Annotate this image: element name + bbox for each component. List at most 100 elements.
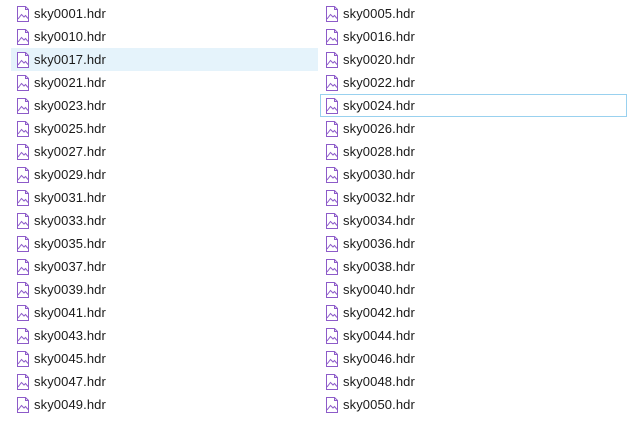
file-name: sky0050.hdr (343, 397, 415, 412)
image-file-icon (326, 304, 338, 321)
file-name: sky0021.hdr (34, 75, 106, 90)
file-item[interactable]: sky0044.hdr (320, 324, 627, 347)
image-file-icon (17, 5, 29, 22)
file-item[interactable]: sky0026.hdr (320, 117, 627, 140)
file-name: sky0020.hdr (343, 52, 415, 67)
file-name: sky0039.hdr (34, 282, 106, 297)
file-item[interactable]: sky0021.hdr (11, 71, 318, 94)
file-name: sky0010.hdr (34, 29, 106, 44)
file-item[interactable]: sky0048.hdr (320, 370, 627, 393)
file-item[interactable]: sky0025.hdr (11, 117, 318, 140)
image-file-icon (326, 258, 338, 275)
file-name: sky0031.hdr (34, 190, 106, 205)
image-file-icon (326, 166, 338, 183)
file-item[interactable]: sky0005.hdr (320, 2, 627, 25)
image-file-icon (17, 373, 29, 390)
image-file-icon (326, 5, 338, 22)
image-file-icon (17, 51, 29, 68)
image-file-icon (326, 143, 338, 160)
image-file-icon (326, 235, 338, 252)
file-column-right: sky0005.hdr sky0016.hdr sky0020.hdr sky0… (320, 2, 627, 416)
file-name: sky0005.hdr (343, 6, 415, 21)
file-item[interactable]: sky0038.hdr (320, 255, 627, 278)
file-name: sky0046.hdr (343, 351, 415, 366)
file-name: sky0037.hdr (34, 259, 106, 274)
file-name: sky0030.hdr (343, 167, 415, 182)
file-item[interactable]: sky0046.hdr (320, 347, 627, 370)
file-name: sky0049.hdr (34, 397, 106, 412)
file-item[interactable]: sky0037.hdr (11, 255, 318, 278)
file-item[interactable]: sky0033.hdr (11, 209, 318, 232)
file-column-left: sky0001.hdr sky0010.hdr sky0017.hdr sky0… (11, 2, 318, 416)
file-item[interactable]: sky0029.hdr (11, 163, 318, 186)
file-item[interactable]: sky0049.hdr (11, 393, 318, 416)
file-name: sky0016.hdr (343, 29, 415, 44)
file-item[interactable]: sky0016.hdr (320, 25, 627, 48)
image-file-icon (17, 97, 29, 114)
file-item[interactable]: sky0036.hdr (320, 232, 627, 255)
image-file-icon (326, 97, 338, 114)
image-file-icon (326, 396, 338, 413)
file-item[interactable]: sky0032.hdr (320, 186, 627, 209)
image-file-icon (17, 120, 29, 137)
file-name: sky0048.hdr (343, 374, 415, 389)
file-name: sky0036.hdr (343, 236, 415, 251)
file-item[interactable]: sky0041.hdr (11, 301, 318, 324)
file-item[interactable]: sky0040.hdr (320, 278, 627, 301)
file-item[interactable]: sky0031.hdr (11, 186, 318, 209)
file-name: sky0001.hdr (34, 6, 106, 21)
file-name: sky0045.hdr (34, 351, 106, 366)
image-file-icon (326, 212, 338, 229)
file-name: sky0034.hdr (343, 213, 415, 228)
file-item[interactable]: sky0050.hdr (320, 393, 627, 416)
file-item[interactable]: sky0023.hdr (11, 94, 318, 117)
image-file-icon (17, 350, 29, 367)
file-name: sky0047.hdr (34, 374, 106, 389)
file-item[interactable]: sky0022.hdr (320, 71, 627, 94)
file-name: sky0027.hdr (34, 144, 106, 159)
file-name: sky0025.hdr (34, 121, 106, 136)
image-file-icon (17, 166, 29, 183)
image-file-icon (326, 120, 338, 137)
file-item[interactable]: sky0020.hdr (320, 48, 627, 71)
file-item[interactable]: sky0030.hdr (320, 163, 627, 186)
image-file-icon (326, 350, 338, 367)
file-name: sky0024.hdr (343, 98, 415, 113)
file-item[interactable]: sky0045.hdr (11, 347, 318, 370)
file-name: sky0043.hdr (34, 328, 106, 343)
image-file-icon (326, 327, 338, 344)
file-item[interactable]: sky0035.hdr (11, 232, 318, 255)
image-file-icon (17, 396, 29, 413)
image-file-icon (17, 212, 29, 229)
file-item[interactable]: sky0010.hdr (11, 25, 318, 48)
file-item[interactable]: sky0017.hdr (11, 48, 318, 71)
file-name: sky0033.hdr (34, 213, 106, 228)
image-file-icon (326, 28, 338, 45)
file-name: sky0023.hdr (34, 98, 106, 113)
image-file-icon (326, 373, 338, 390)
file-item[interactable]: sky0027.hdr (11, 140, 318, 163)
file-name: sky0028.hdr (343, 144, 415, 159)
file-item[interactable]: sky0001.hdr (11, 2, 318, 25)
file-name: sky0022.hdr (343, 75, 415, 90)
image-file-icon (326, 281, 338, 298)
file-item[interactable]: sky0024.hdr (320, 94, 627, 117)
file-name: sky0029.hdr (34, 167, 106, 182)
image-file-icon (17, 235, 29, 252)
file-name: sky0040.hdr (343, 282, 415, 297)
file-name: sky0044.hdr (343, 328, 415, 343)
file-name: sky0026.hdr (343, 121, 415, 136)
file-item[interactable]: sky0039.hdr (11, 278, 318, 301)
image-file-icon (17, 74, 29, 91)
file-name: sky0041.hdr (34, 305, 106, 320)
file-item[interactable]: sky0043.hdr (11, 324, 318, 347)
file-item[interactable]: sky0028.hdr (320, 140, 627, 163)
file-item[interactable]: sky0047.hdr (11, 370, 318, 393)
file-list: sky0001.hdr sky0010.hdr sky0017.hdr sky0… (0, 0, 634, 426)
file-name: sky0042.hdr (343, 305, 415, 320)
file-item[interactable]: sky0042.hdr (320, 301, 627, 324)
file-item[interactable]: sky0034.hdr (320, 209, 627, 232)
image-file-icon (17, 304, 29, 321)
image-file-icon (17, 281, 29, 298)
image-file-icon (17, 143, 29, 160)
